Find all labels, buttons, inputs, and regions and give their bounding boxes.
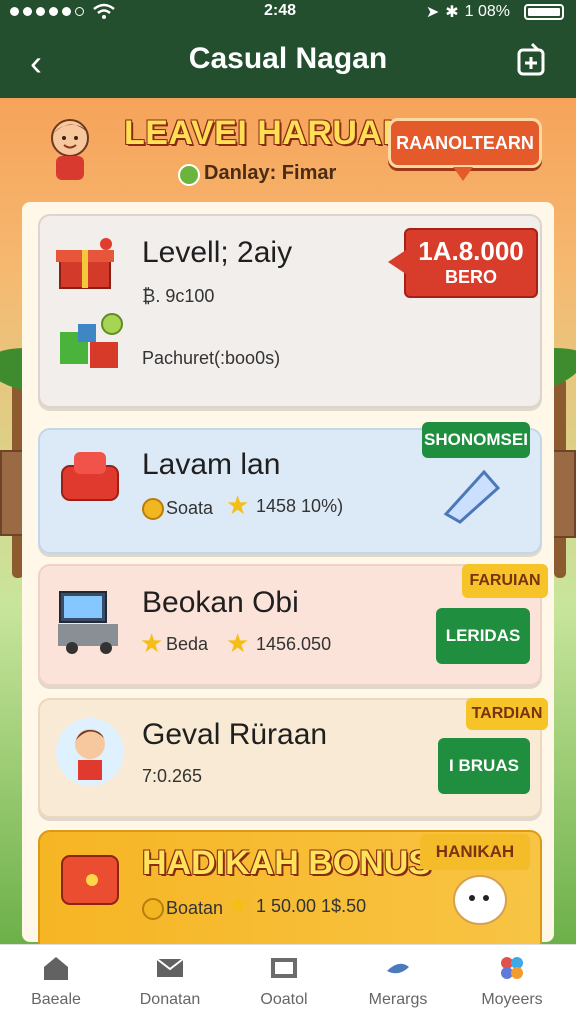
card-4-tag-top: TARDIAN — [466, 698, 548, 730]
card-4-title: Geval Rüraan — [142, 718, 328, 751]
bluetooth-icon: ✱ — [445, 4, 459, 21]
battery-percent: 1 08% — [464, 3, 510, 20]
price-value: 1A.8.000 — [418, 236, 524, 266]
fish-icon — [383, 953, 413, 983]
wifi-icon — [92, 2, 116, 27]
treasure-box-icon — [56, 846, 126, 916]
bottom-navigation: Baeale Donatan Ooatol Merargs Moyeers — [0, 944, 576, 1025]
boy-avatar-icon — [40, 114, 104, 184]
star-icon: ★ — [226, 890, 250, 920]
location-icon: ➤ — [425, 4, 440, 21]
card-3-meta-2: 1456.050 — [256, 634, 332, 654]
cash-register-icon — [54, 584, 126, 656]
card-2-tag: SHONOMSEI — [422, 422, 530, 458]
card-2-meta-2: 1458 10%) — [256, 496, 344, 516]
mascot-icon — [440, 864, 516, 932]
coin-icon — [142, 898, 164, 920]
battery-icon — [524, 4, 564, 20]
dots-icon — [497, 953, 527, 983]
star-icon: ★ — [226, 490, 250, 520]
tab-window-label: Ooatol — [260, 991, 308, 1008]
bonus-meta-2: 1 50.00 1$.50 — [256, 896, 367, 916]
red-chair-icon — [54, 444, 126, 516]
card-2-meta-1: Soata — [166, 498, 214, 518]
tab-home[interactable]: Baeale — [0, 953, 112, 1025]
status-bar: 2:48 ➤ ✱ 1 08% — [0, 0, 576, 26]
tab-mail[interactable]: Donatan — [114, 953, 226, 1025]
tab-more-label: Moyeers — [481, 991, 543, 1008]
window-icon — [269, 953, 299, 983]
gift-box-icon — [56, 236, 114, 294]
share-icon[interactable] — [514, 42, 545, 76]
price-sub: BERO — [444, 267, 497, 287]
banner-subtitle: Danlay: Fimar — [204, 162, 337, 184]
signal-icon — [10, 7, 84, 16]
card-3-meta-1: Beda — [166, 634, 209, 654]
mail-icon — [155, 953, 185, 983]
card-4-meta: 7:0.265 — [142, 766, 203, 786]
price-badge[interactable]: 1A.8.000 BERO — [388, 228, 538, 298]
star-icon: ★ — [226, 628, 250, 658]
card-3-tag-top: FARUIAN — [462, 564, 548, 598]
card-1-title: Levell; 2aiy — [142, 236, 293, 269]
coin-icon — [142, 498, 164, 520]
card-3-tag: LERIDAS — [436, 608, 530, 664]
banner-title: LEAVEI HARUAN — [124, 114, 408, 152]
shopping-bags-icon — [56, 306, 126, 376]
card-4-tag: I BRUAS — [438, 738, 530, 794]
check-circle-icon — [178, 164, 200, 186]
top-navigation: ‹ Casual Nagan — [0, 26, 576, 98]
tab-fish[interactable]: Merargs — [342, 953, 454, 1025]
boy-avatar-icon — [52, 714, 128, 798]
crystal-icon — [438, 464, 508, 526]
page-title: Casual Nagan — [188, 42, 388, 75]
card-2-title: Lavam lan — [142, 448, 281, 481]
card-1-secondary: Pachuret(:boo0s) — [142, 348, 281, 368]
tab-fish-label: Merargs — [368, 991, 428, 1008]
tab-home-label: Baeale — [31, 991, 81, 1008]
star-icon: ★ — [140, 628, 164, 658]
card-3-title: Beokan Obi — [142, 586, 299, 619]
banner-cta-button[interactable]: RAANOLTEARN — [388, 118, 542, 181]
tab-more[interactable]: Moyeers — [456, 953, 568, 1025]
bonus-title: HADIKAH BONUS — [142, 844, 431, 882]
status-time: 2:48 — [264, 2, 297, 19]
bonus-meta-1: Boatan — [166, 898, 224, 918]
tab-mail-label: Donatan — [139, 991, 201, 1008]
tab-window[interactable]: Ooatol — [228, 953, 340, 1025]
card-1-meta: ₿. 9c100 — [142, 286, 215, 306]
home-icon — [41, 953, 71, 983]
